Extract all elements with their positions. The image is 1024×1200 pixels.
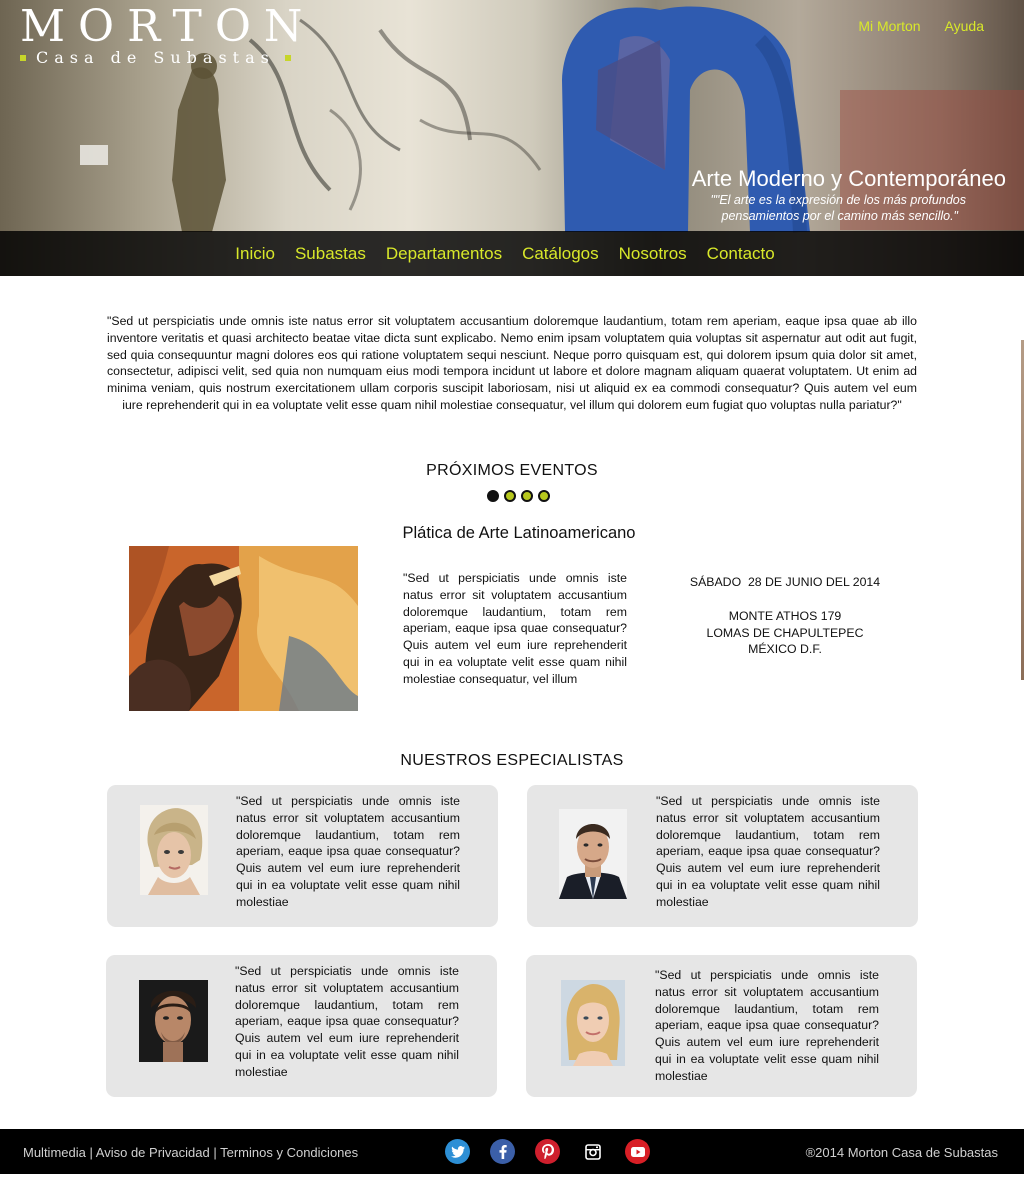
events-carousel-dots [487, 490, 550, 502]
ayuda-link[interactable]: Ayuda [945, 18, 984, 34]
carousel-dot-2[interactable] [504, 490, 516, 502]
specialist-portrait [139, 980, 208, 1062]
specialist-photo-4[interactable] [561, 980, 625, 1066]
logo-name: MORTON [20, 1, 316, 52]
specialists-section-title: NUESTROS ESPECIALISTAS [400, 752, 624, 769]
specialist-bio-2: "Sed ut perspiciatis unde omnis iste nat… [656, 794, 880, 909]
hero-quote-line-1: ""El arte es la expresión de los más pro… [710, 193, 966, 207]
pinterest-icon[interactable] [535, 1139, 560, 1164]
intro-paragraph: "Sed ut perspiciatis unde omnis iste nat… [107, 314, 917, 412]
event-address-line-3: MÉXICO D.F. [748, 642, 822, 657]
footer-links: Multimedia | Aviso de Privacidad | Termi… [23, 1145, 358, 1160]
nav-nosotros[interactable]: Nosotros [619, 244, 687, 264]
footer-link-privacidad[interactable]: Aviso de Privacidad [96, 1145, 210, 1160]
nav-contacto[interactable]: Contacto [707, 244, 775, 264]
mi-morton-link[interactable]: Mi Morton [858, 18, 920, 34]
logo-accent-square [20, 55, 26, 61]
hero-banner: MORTON Casa de Subastas Mi Morton Ayuda … [0, 0, 1024, 276]
specialist-card-1[interactable]: "Sed ut perspiciatis unde omnis iste nat… [107, 785, 498, 927]
nav-departamentos[interactable]: Departamentos [386, 244, 502, 264]
youtube-icon[interactable] [625, 1139, 650, 1164]
social-links [445, 1139, 650, 1164]
event-description: "Sed ut perspiciatis unde omnis iste nat… [403, 571, 627, 686]
logo-accent-square [284, 55, 291, 61]
specialist-bio-3: "Sed ut perspiciatis unde omnis iste nat… [235, 964, 459, 1079]
footer-link-multimedia[interactable]: Multimedia [23, 1145, 86, 1160]
event-title[interactable]: Plática de Arte Latinoamericano [0, 524, 1024, 543]
specialist-portrait [561, 980, 625, 1066]
top-links: Mi Morton Ayuda [858, 18, 984, 34]
carousel-dot-4[interactable] [538, 490, 550, 502]
specialist-card-4[interactable]: "Sed ut perspiciatis unde omnis iste nat… [526, 955, 917, 1097]
event-address-line-1: MONTE ATHOS 179 [728, 608, 842, 623]
hero-title: Arte Moderno y Contemporáneo [691, 166, 1006, 191]
site-footer: Multimedia | Aviso de Privacidad | Termi… [0, 1129, 1024, 1174]
event-image[interactable] [129, 546, 358, 711]
specialist-photo-1[interactable] [140, 805, 208, 895]
event-date: SÁBADO 28 DE JUNIO DEL 2014 [689, 575, 881, 589]
footer-copyright: ®2014 Morton Casa de Subastas [805, 1145, 998, 1160]
hero-tagline: Arte Moderno y Contemporáneo ""El arte e… [692, 166, 1006, 224]
logo-subtitle-row: Casa de Subastas [20, 50, 315, 66]
specialist-bio-4: "Sed ut perspiciatis unde omnis iste nat… [655, 968, 879, 1083]
events-section-title: PRÓXIMOS EVENTOS [426, 462, 598, 479]
event-address-line-2: LOMAS DE CHAPULTEPEC [706, 625, 864, 640]
event-info: SÁBADO 28 DE JUNIO DEL 2014 MONTE ATHOS … [660, 574, 910, 658]
specialist-card-2[interactable]: "Sed ut perspiciatis unde omnis iste nat… [527, 785, 918, 927]
carousel-dot-1[interactable] [487, 490, 499, 502]
nav-catalogos[interactable]: Catálogos [522, 244, 599, 264]
footer-separator: | [89, 1145, 93, 1160]
specialist-bio-1: "Sed ut perspiciatis unde omnis iste nat… [236, 794, 460, 909]
specialist-card-3[interactable]: "Sed ut perspiciatis unde omnis iste nat… [106, 955, 497, 1097]
specialist-portrait [140, 805, 208, 895]
twitter-icon[interactable] [445, 1139, 470, 1164]
facebook-icon[interactable] [490, 1139, 515, 1164]
main-nav: Inicio Subastas Departamentos Catálogos … [0, 231, 1024, 276]
carousel-dot-3[interactable] [521, 490, 533, 502]
specialist-portrait [559, 809, 627, 899]
site-logo[interactable]: MORTON Casa de Subastas [20, 4, 315, 66]
footer-separator: | [213, 1145, 217, 1160]
event-painting [129, 546, 358, 711]
instagram-icon[interactable] [580, 1139, 605, 1164]
footer-link-terminos[interactable]: Terminos y Condiciones [220, 1145, 358, 1160]
specialist-photo-3[interactable] [139, 980, 208, 1062]
specialist-photo-2[interactable] [559, 809, 627, 899]
logo-subtitle: Casa de Subastas [36, 48, 275, 67]
hero-quote-line-2: pensamientos por el camino más sencillo.… [721, 209, 959, 223]
nav-subastas[interactable]: Subastas [295, 244, 366, 264]
nav-inicio[interactable]: Inicio [235, 244, 275, 264]
